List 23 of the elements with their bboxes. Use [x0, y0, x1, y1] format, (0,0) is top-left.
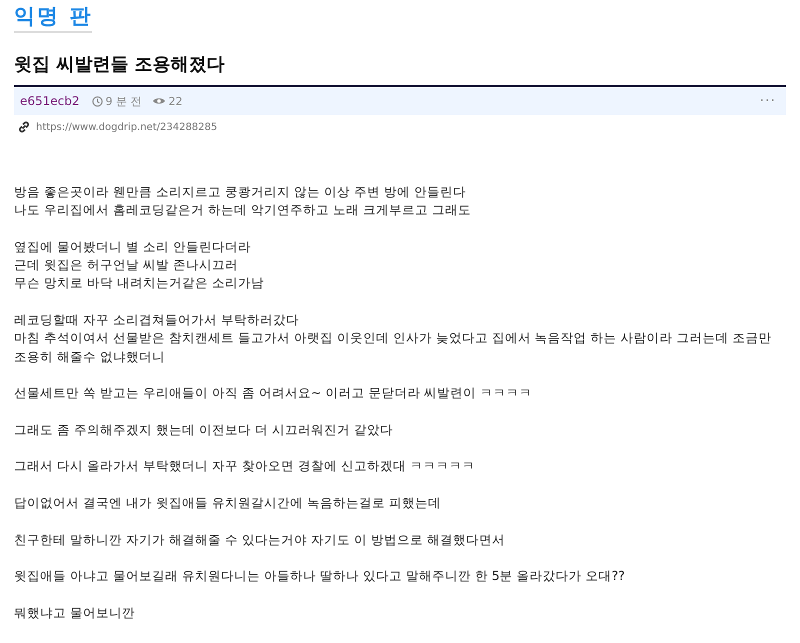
post-link[interactable]: https://www.dogdrip.net/234288285: [36, 122, 218, 132]
body-text: 근데 윗집은 허구언날 씨발 존나시끄러: [14, 256, 239, 274]
body-text: 친구한테 말하니깐 자기가 해결해줄 수 있다는거야 자기도 이 방법으로 해결했다면서: [14, 530, 506, 549]
body-text: 그래도 좀 주의해주겠지 했는데 이전보다 더 시끄러워진거 같았다: [14, 420, 394, 439]
eye-icon: [152, 96, 166, 106]
link-icon: [18, 121, 30, 133]
body-text: 레코딩할때 자꾸 소리겹쳐들어가서 부탁하러갔다: [14, 311, 300, 330]
body-text: 옆집에 물어봤더니 별 소리 안들린다더라: [14, 238, 252, 256]
body-text: 방음 좋은곳이라 웬만큼 소리지르고 쿵쾅거리지 않는 이상 주변 방에 안들린다: [14, 183, 467, 201]
author-name[interactable]: e651ecb2: [20, 94, 80, 108]
more-button[interactable]: ···: [756, 93, 780, 109]
body-text: 윗집애들 아냐고 물어보길래 유치원다니는 아들하나 딸하나 있다고 말해주니깐 한 5분 올라갔다가 오대??: [14, 567, 626, 586]
body-text: 뭐했냐고 물어보니깐: [14, 604, 136, 622]
body-text: 나도 우리집에서 홈레코딩같은거 하는데 악기연주하고 노래 크게부르고 그래도: [14, 201, 472, 220]
body-text: 그래서 다시 올라가서 부탁했더니 자꾸 찾아오면 경찰에 신고하겠대 ㅋㅋㅋㅋㅋ: [14, 457, 476, 476]
body-text: 마침 추석이여서 선물받은 참치캔세트 들고가서 아랫집 이웃인데 인사가 늦었다고 집에서 녹음작업 하는 사람이라 그러는데 조금만 조용히 해줄수 없냐했더니: [14, 329, 773, 366]
post-time: 9 분 전: [106, 94, 142, 108]
view-count: 22: [168, 94, 183, 108]
board-title[interactable]: 익명 판: [14, 2, 92, 33]
body-text: 무슨 망치로 바닥 내려치는거같은 소리가남: [14, 274, 265, 292]
body-text: 답이없어서 결국엔 내가 윗집애들 유치원갈시간에 녹음하는걸로 피했는데: [14, 494, 442, 512]
body-text: 선물세트만 쏙 받고는 우리애들이 아직 좀 어려서요~ 이러고 문닫더라 씨발련이 ㅋㅋㅋㅋ: [14, 384, 534, 402]
clock-icon: [92, 96, 103, 106]
